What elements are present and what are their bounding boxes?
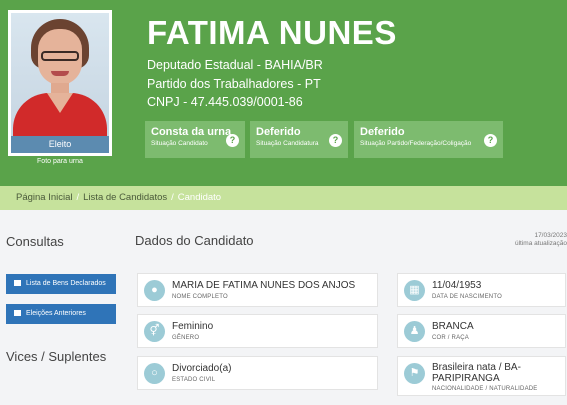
candidate-party: Partido dos Trabalhadores - PT (147, 77, 321, 91)
candidate-office: Deputado Estadual - BAHIA/BR (147, 58, 323, 72)
field-value: Feminino (172, 321, 214, 332)
status-title: Deferido (360, 126, 405, 138)
button-label: Lista de Bens Declarados (26, 280, 106, 287)
vices-heading: Vices / Suplentes (6, 349, 107, 364)
field-race: ♟ BRANCA COR / RAÇA (397, 314, 566, 348)
field-value: Divorciado(a) (172, 363, 232, 374)
question-circle-icon[interactable]: ? (329, 134, 342, 147)
field-value: 11/04/1953 (432, 280, 482, 291)
list-icon (14, 280, 21, 286)
status-subtitle: Situação Partido/Federação/Coligação (360, 140, 472, 147)
map-icon: ⚑ (404, 363, 425, 384)
candidate-photo-frame: Eleito (8, 10, 112, 156)
field-label: COR / RAÇA (432, 335, 470, 341)
status-candidacy: Deferido Situação Candidatura ? (250, 121, 348, 158)
breadcrumb-candidate-list[interactable]: Lista de Candidatos (83, 192, 167, 203)
last-update-label: última atualização (514, 240, 567, 247)
field-label: NACIONALIDADE / NATURALIDADE (432, 386, 538, 392)
ring-icon: ○ (144, 363, 165, 384)
candidate-cnpj: CNPJ - 47.445.039/0001-86 (147, 95, 303, 109)
field-label: ESTADO CIVIL (172, 377, 216, 383)
elected-badge: Eleito (11, 136, 109, 153)
candidate-photo (11, 13, 109, 136)
candidate-data-heading: Dados do Candidato (135, 233, 254, 248)
field-nationality: ⚑ Brasileira nata / BA-PARIPIRANGA NACIO… (397, 356, 566, 396)
field-label: DATA DE NASCIMENTO (432, 294, 502, 300)
field-value: Brasileira nata / BA-PARIPIRANGA (432, 362, 521, 384)
field-birth-date: ▦ 11/04/1953 DATA DE NASCIMENTO (397, 273, 566, 307)
question-circle-icon[interactable]: ? (484, 134, 497, 147)
field-marital-status: ○ Divorciado(a) ESTADO CIVIL (137, 356, 378, 390)
candidate-header: Eleito Foto para urna FATIMA NUNES Deput… (0, 0, 567, 186)
field-label: GÊNERO (172, 335, 200, 341)
candidate-name: FATIMA NUNES (147, 14, 397, 51)
field-value: BRANCA (432, 321, 474, 332)
gender-icon: ⚥ (144, 321, 165, 342)
field-gender: ⚥ Feminino GÊNERO (137, 314, 378, 348)
calendar-icon: ▦ (404, 280, 425, 301)
breadcrumb-current: Candidato (177, 192, 222, 203)
person-icon: ♟ (404, 321, 425, 342)
consultas-heading: Consultas (6, 234, 64, 249)
field-label: NOME COMPLETO (172, 294, 228, 300)
photo-caption: Foto para urna (37, 158, 83, 165)
breadcrumb: Página Inicial / Lista de Candidatos / Candi… (0, 186, 567, 210)
previous-elections-button[interactable]: Eleições Anteriores (6, 304, 116, 324)
breadcrumb-home[interactable]: Página Inicial (16, 192, 73, 203)
last-update: 17/03/2023 última atualização (487, 232, 567, 248)
question-circle-icon[interactable]: ? (226, 134, 239, 147)
declared-assets-button[interactable]: Lista de Bens Declarados (6, 274, 116, 294)
field-value: MARIA DE FATIMA NUNES DOS ANJOS (172, 280, 356, 291)
button-label: Eleições Anteriores (26, 310, 86, 317)
user-icon: ● (144, 280, 165, 301)
field-full-name: ● MARIA DE FATIMA NUNES DOS ANJOS NOME C… (137, 273, 378, 307)
status-party: Deferido Situação Partido/Federação/Coli… (354, 121, 503, 158)
list-icon (14, 310, 21, 316)
last-update-date: 17/03/2023 (534, 232, 567, 239)
status-candidate: Consta da urna Situação Candidato ? (145, 121, 245, 158)
